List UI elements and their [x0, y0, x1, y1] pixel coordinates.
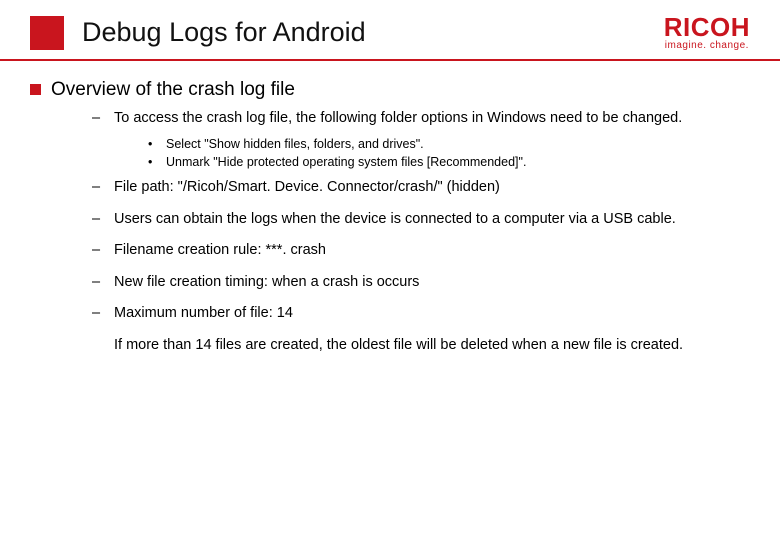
slide-header: Debug Logs for Android RICOH imagine. ch… — [0, 0, 780, 61]
list-text: To access the crash log file, the follow… — [114, 109, 730, 129]
dash-icon: – — [92, 109, 114, 129]
dash-icon: – — [92, 241, 114, 261]
dash-icon: – — [92, 178, 114, 198]
list-text: Users can obtain the logs when the devic… — [114, 210, 730, 230]
nested-bullet-list: • Select "Show hidden files, folders, an… — [30, 135, 750, 173]
list-item: – To access the crash log file, the foll… — [92, 109, 730, 129]
list-item: • Select "Show hidden files, folders, an… — [148, 135, 750, 154]
bullet-list: – File path: "/Ricoh/Smart. Device. Conn… — [30, 178, 750, 324]
slide-content: Overview of the crash log file – To acce… — [0, 61, 780, 355]
dash-icon: – — [92, 210, 114, 230]
section-bullet-icon — [30, 84, 41, 95]
section-heading-row: Overview of the crash log file — [30, 79, 750, 101]
bullet-dot-icon: • — [148, 135, 166, 154]
bullet-dot-icon: • — [148, 153, 166, 172]
list-text: Unmark "Hide protected operating system … — [166, 153, 526, 172]
list-text: Maximum number of file: 14 — [114, 304, 730, 324]
slide-title: Debug Logs for Android — [82, 17, 664, 48]
list-item: – Filename creation rule: ***. crash — [92, 241, 730, 261]
dash-icon: – — [92, 304, 114, 324]
list-text: Filename creation rule: ***. crash — [114, 241, 730, 261]
section-title: Overview of the crash log file — [51, 79, 295, 101]
logo-tagline: imagine. change. — [665, 41, 749, 51]
list-text: File path: "/Ricoh/Smart. Device. Connec… — [114, 178, 730, 198]
logo-text: RICOH — [664, 14, 750, 40]
list-item: – New file creation timing: when a crash… — [92, 273, 730, 293]
bullet-list: – To access the crash log file, the foll… — [30, 109, 750, 129]
note-text: If more than 14 files are created, the o… — [30, 336, 750, 356]
list-item: – Maximum number of file: 14 — [92, 304, 730, 324]
header-square-icon — [30, 16, 64, 50]
list-text: Select "Show hidden files, folders, and … — [166, 135, 424, 154]
dash-icon: – — [92, 273, 114, 293]
list-item: – File path: "/Ricoh/Smart. Device. Conn… — [92, 178, 730, 198]
list-item: – Users can obtain the logs when the dev… — [92, 210, 730, 230]
list-item: • Unmark "Hide protected operating syste… — [148, 153, 750, 172]
brand-logo: RICOH imagine. change. — [664, 14, 750, 51]
list-text: New file creation timing: when a crash i… — [114, 273, 730, 293]
